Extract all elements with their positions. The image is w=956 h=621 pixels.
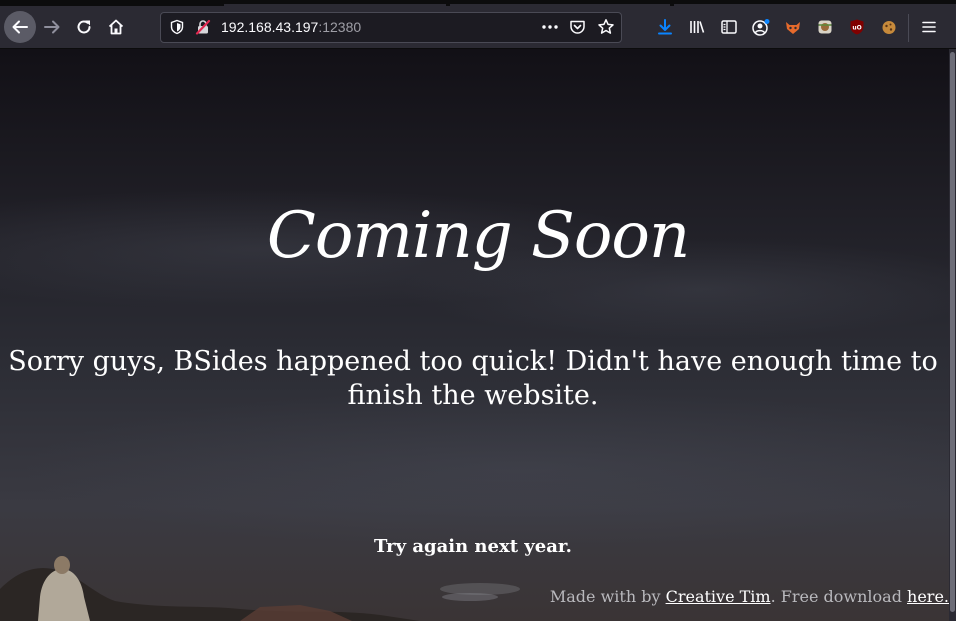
reload-icon (77, 20, 91, 34)
page-subtext: Try again next year. (374, 536, 572, 557)
extension-foxyproxy-icon (786, 22, 800, 34)
back-button[interactable] (4, 11, 36, 43)
browser-toolbar: 192.168.43.197:12380 uO (0, 6, 956, 49)
page-actions-icon[interactable] (541, 19, 559, 35)
extension-cookie-button[interactable] (874, 12, 904, 42)
extension-button[interactable] (810, 12, 840, 42)
ublock-icon: uO (850, 19, 864, 35)
bookmark-star-icon[interactable] (597, 18, 615, 36)
home-button[interactable] (101, 12, 131, 42)
sidebar-icon (721, 20, 737, 34)
page-heading: Coming Soon (266, 199, 690, 273)
reload-button[interactable] (69, 12, 99, 42)
svg-text:uO: uO (852, 25, 861, 32)
extension-foxyproxy-button[interactable] (778, 12, 808, 42)
url-host: 192.168.43.197 (221, 19, 319, 35)
downloads-button[interactable] (650, 12, 680, 42)
library-icon (690, 21, 705, 33)
page-content: Coming Soon Sorry guys, BSides happened … (0, 49, 949, 621)
extension-icon (818, 20, 832, 34)
library-button[interactable] (682, 12, 712, 42)
tracking-shield-icon[interactable] (169, 19, 185, 35)
footer-middle: . Free download (770, 587, 908, 606)
insecure-lock-icon[interactable] (195, 19, 211, 35)
creative-tim-link[interactable]: Creative Tim (666, 587, 771, 606)
toolbar-separator (908, 14, 909, 42)
download-link[interactable]: here. (907, 587, 949, 606)
menu-button[interactable] (914, 12, 944, 42)
account-icon (752, 19, 770, 36)
footer-prefix: Made with by (549, 587, 666, 606)
account-button[interactable] (746, 12, 776, 42)
sidebar-button[interactable] (714, 12, 744, 42)
ublock-button[interactable]: uO (842, 12, 872, 42)
url-bar[interactable]: 192.168.43.197:12380 (160, 12, 622, 43)
url-text[interactable]: 192.168.43.197:12380 (221, 19, 361, 35)
back-icon (12, 20, 28, 34)
forward-icon (44, 20, 60, 34)
page-footer: Made with by Creative Tim. Free download… (550, 587, 949, 606)
pocket-icon[interactable] (569, 19, 586, 35)
forward-button[interactable] (37, 12, 67, 42)
scrollbar-thumb[interactable] (950, 52, 955, 612)
url-port: :12380 (318, 19, 362, 35)
home-icon (108, 19, 124, 35)
menu-icon (922, 21, 936, 33)
downloads-icon (658, 19, 672, 35)
extension-cookie-icon (882, 21, 896, 34)
page-message: Sorry guys, BSides happened too quick! D… (8, 346, 938, 411)
